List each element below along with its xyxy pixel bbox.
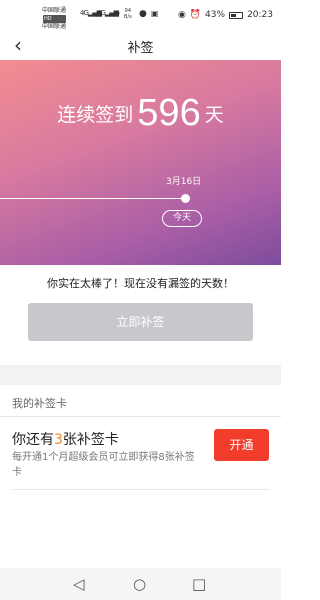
divider [12,489,269,490]
status-message: 你实在太棒了！现在没有漏签的天数！ [47,277,234,290]
hd-badge: HD [43,15,67,23]
timeline-date: 3月16日 [166,177,202,187]
qq-icon: ● [139,9,147,19]
timeline-dot [181,194,190,203]
timeline-line [0,198,186,199]
battery-percent: 43% [205,10,226,20]
divider [0,416,281,417]
today-pill[interactable]: 今天 [162,210,202,227]
wifi-icon: ◠ [113,9,120,18]
streak-prefix: 连续签到 [57,104,134,126]
alarm-icon: ⏰ [189,10,202,20]
section-title: 我的补签卡 [12,397,67,410]
page-title: 补签 [127,41,154,56]
recents-square-icon[interactable]: □ [192,575,206,593]
status-right: ◉ ⏰ 43% 20:23 [178,10,273,20]
sign-now-button[interactable]: 立即补签 [28,303,253,341]
battery-icon [229,11,244,19]
navigation-bar: ‹ 补签 [0,30,281,60]
card-title: 你还有3张补签卡 [12,432,119,448]
system-navigation-bar: ◁ ○ □ [0,568,281,600]
eye-icon: ◉ [177,10,186,20]
home-circle-icon[interactable]: ○ [133,575,146,593]
back-triangle-icon[interactable]: ◁ [73,575,85,593]
carrier-1: 中国联通 [42,7,67,14]
streak-suffix: 天 [204,104,224,126]
card-count: 3 [54,432,63,448]
open-membership-button[interactable]: 开通 [214,429,269,461]
streak-days: 596 [137,92,201,134]
streak-banner: 连续签到 596 天 3月16日 今天 [0,60,281,265]
section-divider [0,365,281,385]
network-speed: 94 B/s [124,8,132,20]
app-notification-icon: ▣ [151,9,159,18]
clock: 20:23 [247,10,273,20]
status-bar: 中国联通HD 中国联通HD 4G▂▄▆ 4G▂▄▆ ◠ 94 B/s ● ▣ ◉… [0,0,281,39]
streak-text: 连续签到 596 天 [0,92,281,135]
card-description: 每开通1个月超级会员可立即获得8张补签卡 [12,452,195,478]
